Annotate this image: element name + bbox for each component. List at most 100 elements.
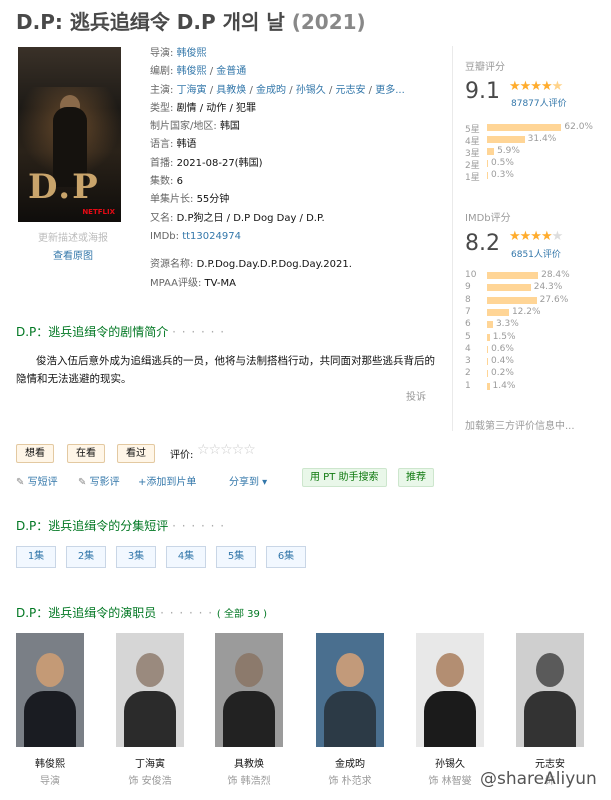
cast-card[interactable]: 韩俊熙 导演 — [16, 633, 84, 787]
all-cast-link[interactable]: ( 全部 39 ) — [217, 609, 267, 620]
cast-head — [136, 653, 164, 687]
cast-link[interactable]: 具教焕 — [216, 85, 246, 96]
cast-name[interactable]: 金成昀 — [316, 755, 384, 770]
episode-button[interactable]: 2集 — [66, 546, 106, 568]
douban-count-link[interactable]: 87877人评价 — [511, 96, 567, 109]
cast-photo[interactable] — [116, 633, 184, 747]
rating-bar — [487, 272, 539, 279]
rating-bar-pct: 27.6% — [539, 294, 569, 305]
runtime-row: 单集片长: 55分钟 — [150, 194, 230, 206]
rating-bar-label: 7 — [465, 306, 471, 317]
rating-bar — [487, 345, 489, 353]
page-title: D.P: 逃兵追缉令 D.P 개의 날 (2021) — [16, 6, 366, 35]
rate-stars[interactable]: ☆☆☆☆☆ — [197, 442, 256, 458]
cast-link[interactable]: 孙锡久 — [296, 85, 326, 96]
cast-body — [223, 691, 275, 747]
cast-photo[interactable] — [316, 633, 384, 747]
genre-row: 类型: 剧情 / 动作 / 犯罪 — [150, 102, 257, 114]
poster-logo: D.P — [28, 167, 100, 207]
cast-card[interactable]: 丁海寅 饰 安俊浩 — [116, 633, 184, 787]
cast-card[interactable]: 孙锡久 饰 林智燮 — [416, 633, 484, 787]
netflix-logo: NETFLIX — [82, 208, 115, 216]
cast-photo[interactable] — [516, 633, 584, 747]
cast-name[interactable]: 韩俊熙 — [16, 755, 84, 770]
cast-more-link[interactable]: 更多... — [375, 85, 405, 96]
pt-search-button[interactable]: 用 PT 助手搜索 — [302, 468, 387, 487]
title-main: D.P: 逃兵追缉令 D.P 개의 날 — [16, 10, 285, 34]
rating-bar — [487, 284, 531, 292]
rating-panel: 豆瓣评分 9.1 ★★★★★ 87877人评价 5星 62.0% 4星 31.4% 3星… — [452, 46, 603, 432]
cast-head — [235, 653, 263, 687]
imdb-link[interactable]: tt13024974 — [182, 231, 241, 242]
episode-button[interactable]: 6集 — [266, 546, 306, 568]
premiere-row: 首播: 2021-08-27(韩国) — [150, 157, 263, 169]
rating-bar-pct: 0.2% — [491, 368, 514, 379]
writer-link[interactable]: 金普通 — [216, 66, 246, 77]
rating-bar — [487, 124, 562, 131]
episode-button[interactable]: 1集 — [16, 546, 56, 568]
summary-heading: D.P：逃兵追缉令的剧情简介 · · · · · · — [16, 325, 226, 339]
episode-button[interactable]: 5集 — [216, 546, 256, 568]
douban-stars: ★★★★★ — [509, 79, 563, 94]
cast-role: 饰 安俊浩 — [128, 776, 172, 787]
want-to-watch-button[interactable]: 想看 — [16, 444, 54, 463]
rating-bar-label: 1星 — [465, 173, 480, 183]
cast-role: 饰 韩浩烈 — [227, 776, 271, 787]
cast-name[interactable]: 孙锡久 — [416, 755, 484, 770]
cast-photo[interactable] — [16, 633, 84, 747]
episode-button[interactable]: 4集 — [166, 546, 206, 568]
writer-link[interactable]: 韩俊熙 — [177, 66, 207, 77]
cast-head — [436, 653, 464, 687]
cast-card[interactable]: 具教焕 饰 韩浩烈 — [215, 633, 283, 787]
pen-icon: ✎ — [78, 477, 87, 488]
dots: · · · · · · — [172, 519, 226, 533]
director-link[interactable]: 韩俊熙 — [177, 48, 207, 59]
rating-bar — [487, 160, 488, 167]
rating-bar-pct: 1.5% — [492, 331, 516, 342]
cast-name[interactable]: 元志安 — [516, 755, 584, 770]
watched-button[interactable]: 看过 — [117, 444, 155, 463]
language-row: 语言: 韩语 — [150, 139, 197, 151]
cast-link[interactable]: 金成昀 — [256, 85, 286, 96]
add-to-list-link[interactable]: +添加到片单 — [138, 473, 196, 488]
cast-heading: D.P：逃兵追缉令的演职员 · · · · · · ( 全部 39 ) — [16, 606, 267, 620]
cast-name[interactable]: 丁海寅 — [116, 755, 184, 770]
report-link[interactable]: 投诉 — [406, 388, 426, 403]
rating-bar-pct: 0.4% — [491, 356, 514, 367]
rating-bar — [487, 382, 490, 390]
cast-name[interactable]: 具教焕 — [215, 755, 283, 770]
rating-bar-label: 4 — [465, 343, 471, 354]
rating-bar-pct: 62.0% — [564, 122, 593, 132]
cast-photo[interactable] — [215, 633, 283, 747]
episode-button[interactable]: 3集 — [116, 546, 156, 568]
imdb-stars: ★★★★★ — [509, 229, 563, 244]
cast-photo[interactable] — [416, 633, 484, 747]
rating-bar-pct: 0.5% — [491, 158, 514, 168]
watching-button[interactable]: 在看 — [67, 444, 105, 463]
imdb-count-link[interactable]: 6851人评价 — [511, 247, 561, 260]
cast-link[interactable]: 丁海寅 — [177, 85, 207, 96]
rating-bar-label: 2 — [465, 368, 471, 379]
poster-update-caption[interactable]: 更新描述或海报 — [38, 229, 108, 244]
rating-bar — [487, 296, 537, 304]
aka-row: 又名: D.P狗之日 / D.P Dog Day / D.P. — [150, 212, 325, 224]
cast-body — [24, 691, 76, 747]
dots: · · · · · · — [172, 325, 226, 339]
cast-link[interactable]: 元志安 — [336, 85, 366, 96]
write-review-link[interactable]: ✎ 写影评 — [78, 473, 120, 488]
rating-bar-pct: 24.3% — [533, 282, 563, 293]
imdb-score: 8.2 — [465, 231, 500, 256]
share-dropdown[interactable]: 分享到 ▾ — [229, 473, 267, 488]
cast-role: 饰 林智燮 — [428, 776, 472, 787]
cast-card[interactable]: 元志安 饰 — [516, 633, 584, 787]
douban-score: 9.1 — [465, 79, 500, 104]
cast-body — [324, 691, 376, 747]
write-short-review-link[interactable]: ✎ 写短评 — [16, 473, 58, 488]
rating-bar-pct: 1.4% — [492, 380, 516, 391]
recommend-button[interactable]: 推荐 — [398, 468, 434, 487]
view-original-link[interactable]: 查看原图 — [53, 247, 93, 262]
rating-bar — [487, 308, 509, 316]
cast-card[interactable]: 金成昀 饰 朴范求 — [316, 633, 384, 787]
poster-image[interactable]: D.P NETFLIX — [18, 47, 121, 222]
